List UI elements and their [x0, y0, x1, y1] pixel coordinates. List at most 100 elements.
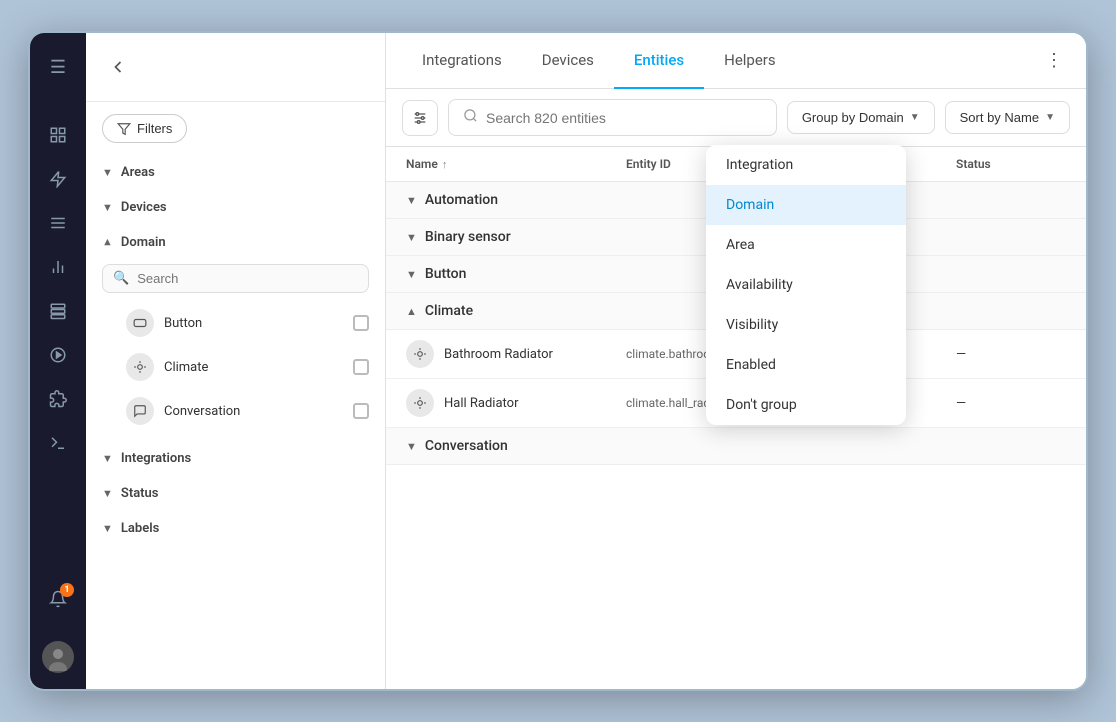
group-conversation[interactable]: ▼ Conversation	[386, 428, 1086, 465]
dashboard-icon[interactable]	[40, 117, 76, 153]
sidebar-content: ▼ Areas ▼ Devices ▼ Domain 🔍	[86, 155, 385, 689]
integrations-label: Integrations	[121, 451, 191, 466]
storage-icon[interactable]	[40, 293, 76, 329]
domain-item-button[interactable]: Button	[86, 301, 385, 345]
dropdown-dont-group-label: Don't group	[726, 397, 797, 413]
integrations-chevron: ▼	[102, 452, 113, 465]
dropdown-item-area[interactable]: Area	[706, 225, 906, 265]
dropdown-item-visibility[interactable]: Visibility	[706, 305, 906, 345]
button-domain-icon	[126, 309, 154, 337]
media-icon[interactable]	[40, 337, 76, 373]
binary-sensor-group-chevron: ▼	[406, 231, 417, 244]
automation-group-label: Automation	[425, 192, 498, 208]
tab-helpers-label: Helpers	[724, 51, 776, 69]
search-icon	[463, 108, 478, 127]
dropdown-item-dont-group[interactable]: Don't group	[706, 385, 906, 425]
button-domain-checkbox[interactable]	[353, 315, 369, 331]
domain-search-icon: 🔍	[113, 271, 129, 286]
button-domain-label: Button	[164, 316, 343, 331]
nav-more-button[interactable]: ⋮	[1038, 45, 1070, 77]
domain-label: Domain	[121, 235, 166, 250]
labels-chevron: ▼	[102, 522, 113, 535]
tune-button[interactable]	[402, 100, 438, 136]
col-entity-id-label: Entity ID	[626, 157, 671, 171]
entity-search-bar[interactable]	[448, 99, 777, 136]
tab-entities[interactable]: Entities	[614, 33, 704, 89]
sidebar-section-devices[interactable]: ▼ Devices	[86, 190, 385, 225]
domain-item-conversation[interactable]: Conversation	[86, 389, 385, 433]
climate-domain-checkbox[interactable]	[353, 359, 369, 375]
sidebar-section-integrations[interactable]: ▼ Integrations	[86, 441, 385, 476]
back-button[interactable]	[102, 51, 134, 83]
col-name: Name ↑	[406, 157, 626, 171]
icon-rail: ☰	[30, 33, 86, 689]
dropdown-availability-label: Availability	[726, 277, 793, 293]
automation-group-chevron: ▼	[406, 194, 417, 207]
devices-label: Devices	[121, 200, 167, 215]
areas-chevron: ▼	[102, 166, 113, 179]
bathroom-radiator-status: —	[956, 347, 1066, 362]
climate-domain-label: Climate	[164, 360, 343, 375]
sidebar-section-areas[interactable]: ▼ Areas	[86, 155, 385, 190]
lightning-icon[interactable]	[40, 161, 76, 197]
tab-helpers[interactable]: Helpers	[704, 33, 796, 89]
menu-icon[interactable]: ☰	[40, 49, 76, 85]
group-by-button[interactable]: Group by Domain ▼	[787, 101, 935, 134]
notification-button[interactable]: 1	[40, 581, 76, 617]
tab-integrations-label: Integrations	[422, 51, 502, 69]
sidebar-section-domain[interactable]: ▼ Domain	[86, 225, 385, 260]
devices-chevron: ▼	[102, 201, 113, 214]
dropdown-item-integration[interactable]: Integration	[706, 145, 906, 185]
list-icon[interactable]	[40, 205, 76, 241]
bathroom-radiator-name: Bathroom Radiator	[444, 347, 553, 362]
hall-radiator-name: Hall Radiator	[444, 396, 518, 411]
group-by-label: Group by Domain	[802, 110, 904, 125]
tab-entities-label: Entities	[634, 51, 684, 69]
terminal-icon[interactable]	[40, 425, 76, 461]
bathroom-radiator-icon	[406, 340, 434, 368]
button-group-label: Button	[425, 266, 467, 282]
hall-radiator-status: —	[956, 396, 1066, 411]
chart-icon[interactable]	[40, 249, 76, 285]
col-name-label: Name	[406, 157, 438, 171]
avatar[interactable]	[42, 641, 74, 673]
entity-search-input[interactable]	[486, 110, 762, 126]
conversation-group-chevron: ▼	[406, 440, 417, 453]
sidebar: Filters ▼ Areas ▼ Devices ▼ Domain 🔍	[86, 33, 386, 689]
domain-chevron: ▼	[102, 236, 113, 249]
conversation-domain-label: Conversation	[164, 404, 343, 419]
notification-badge: 1	[60, 583, 74, 597]
binary-sensor-group-label: Binary sensor	[425, 229, 511, 245]
status-chevron: ▼	[102, 487, 113, 500]
group-by-dropdown: Integration Domain Area Availability Vis…	[706, 145, 906, 425]
filters-button[interactable]: Filters	[102, 114, 187, 143]
sort-by-button[interactable]: Sort by Name ▼	[945, 101, 1070, 134]
dropdown-item-availability[interactable]: Availability	[706, 265, 906, 305]
extensions-icon[interactable]	[40, 381, 76, 417]
domain-search-box[interactable]: 🔍	[102, 264, 369, 293]
dropdown-enabled-label: Enabled	[726, 357, 776, 373]
tab-integrations[interactable]: Integrations	[402, 33, 522, 89]
tab-devices[interactable]: Devices	[522, 33, 614, 89]
top-nav: Integrations Devices Entities Helpers ⋮	[386, 33, 1086, 89]
areas-label: Areas	[121, 165, 155, 180]
dropdown-item-domain[interactable]: Domain	[706, 185, 906, 225]
climate-domain-icon	[126, 353, 154, 381]
domain-item-climate[interactable]: Climate	[86, 345, 385, 389]
status-label: Status	[121, 486, 159, 501]
dropdown-item-enabled[interactable]: Enabled	[706, 345, 906, 385]
sidebar-section-status[interactable]: ▼ Status	[86, 476, 385, 511]
main-content: Integrations Devices Entities Helpers ⋮	[386, 33, 1086, 689]
sort-by-dropdown-arrow: ▼	[1045, 112, 1055, 123]
conversation-group-label: Conversation	[425, 438, 508, 454]
sidebar-section-labels[interactable]: ▼ Labels	[86, 511, 385, 546]
entity-name-hall-radiator: Hall Radiator	[406, 389, 626, 417]
climate-group-chevron: ▲	[406, 305, 417, 318]
conversation-domain-checkbox[interactable]	[353, 403, 369, 419]
domain-search-input[interactable]	[137, 271, 358, 286]
sort-by-label: Sort by Name	[960, 110, 1039, 125]
conversation-domain-icon	[126, 397, 154, 425]
app-window: ☰	[28, 31, 1088, 691]
filters-label: Filters	[137, 121, 172, 136]
sidebar-header	[86, 33, 385, 102]
